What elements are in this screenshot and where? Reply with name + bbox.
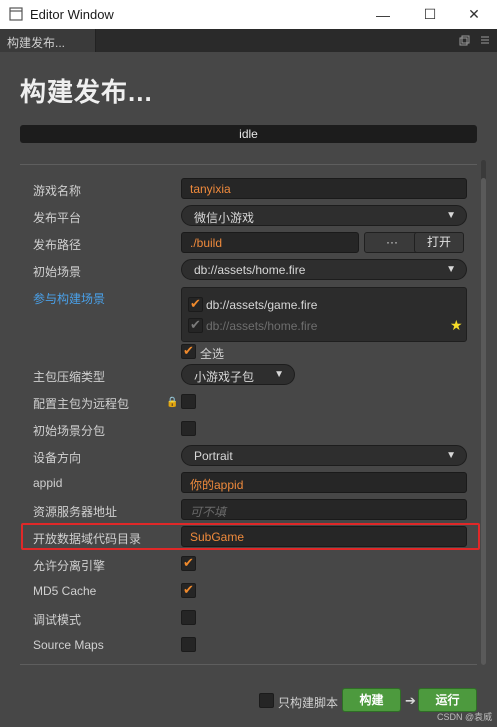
start-subpackage-label: 初始场景分包 xyxy=(33,424,106,438)
minimize-button[interactable]: — xyxy=(360,0,406,29)
separate-engine-checkbox[interactable] xyxy=(181,555,196,571)
lock-icon: 🔒 xyxy=(166,397,179,408)
game-name-input[interactable]: tanyixia xyxy=(181,178,467,199)
compression-label: 主包压缩类型 xyxy=(33,370,106,384)
tab-build-publish[interactable]: 构建发布... xyxy=(0,29,96,52)
platform-value: 微信小游戏 xyxy=(194,211,255,225)
appid-label: appid xyxy=(33,476,63,490)
remote-main-checkbox[interactable] xyxy=(181,394,196,409)
scene-item-game: db://assets/game.fire xyxy=(206,298,318,312)
compression-value: 小游戏子包 xyxy=(194,370,255,384)
debug-label: 调试模式 xyxy=(33,613,82,627)
scene-checkbox-game[interactable] xyxy=(188,296,203,312)
remote-main-label: 配置主包为远程包 xyxy=(33,397,130,411)
caret-down-icon: ▼ xyxy=(274,369,284,380)
divider-top xyxy=(20,164,477,165)
open-data-input[interactable]: SubGame xyxy=(181,526,467,547)
scene-checkbox-home xyxy=(188,317,203,333)
page-title: 构建发布... xyxy=(20,77,153,107)
window-title: Editor Window xyxy=(30,7,114,22)
build-path-input[interactable]: ./build xyxy=(181,232,359,253)
status-bar: idle xyxy=(20,125,477,143)
run-button[interactable]: 运行 xyxy=(418,688,477,712)
watermark: CSDN @袁威 xyxy=(437,712,493,722)
arrow-right-icon: ➔ xyxy=(405,693,416,708)
divider-bottom xyxy=(20,664,477,665)
compression-select[interactable]: 小游戏子包 ▼ xyxy=(181,364,295,385)
source-maps-checkbox[interactable] xyxy=(181,637,196,652)
debug-checkbox[interactable] xyxy=(181,610,196,625)
scene-item-home: db://assets/home.fire xyxy=(206,319,318,333)
tab-strip: 构建发布... xyxy=(0,29,497,52)
start-subpackage-checkbox[interactable] xyxy=(181,421,196,436)
window-title-bar: Editor Window — ☐ ✕ xyxy=(0,0,497,29)
browse-button[interactable]: ··· xyxy=(364,232,420,253)
build-script-only-label: 只构建脚本 xyxy=(278,696,339,710)
build-button[interactable]: 构建 xyxy=(342,688,401,712)
caret-down-icon: ▼ xyxy=(446,210,456,221)
build-path-label: 发布路径 xyxy=(33,238,82,252)
separate-engine-label: 允许分离引擎 xyxy=(33,559,106,573)
open-data-label: 开放数据域代码目录 xyxy=(33,532,142,546)
select-all-checkbox[interactable] xyxy=(181,343,196,359)
md5-label: MD5 Cache xyxy=(33,584,97,598)
appid-input[interactable]: 你的appid xyxy=(181,472,467,493)
menu-icon[interactable] xyxy=(478,33,492,47)
source-maps-label: Source Maps xyxy=(33,638,104,652)
platform-label: 发布平台 xyxy=(33,211,82,225)
orientation-label: 设备方向 xyxy=(33,451,82,465)
remote-server-input[interactable]: 可不填 xyxy=(181,499,467,520)
star-icon: ★ xyxy=(450,317,463,333)
scrollbar-thumb[interactable] xyxy=(481,178,486,665)
game-name-label: 游戏名称 xyxy=(33,184,82,198)
md5-checkbox[interactable] xyxy=(181,582,196,598)
popout-icon[interactable] xyxy=(457,33,471,47)
select-all-label: 全选 xyxy=(200,347,225,361)
scene-list: db://assets/game.fire db://assets/home.f… xyxy=(181,287,467,342)
start-scene-label: 初始场景 xyxy=(33,265,82,279)
close-button[interactable]: ✕ xyxy=(451,0,497,29)
open-button[interactable]: 打开 xyxy=(414,232,464,253)
orientation-select[interactable]: Portrait ▼ xyxy=(181,445,467,466)
start-scene-value: db://assets/home.fire xyxy=(194,263,306,277)
orientation-value: Portrait xyxy=(194,449,233,463)
build-script-only-checkbox[interactable] xyxy=(259,693,274,708)
maximize-button[interactable]: ☐ xyxy=(407,0,453,29)
start-scene-select[interactable]: db://assets/home.fire ▼ xyxy=(181,259,467,280)
caret-down-icon: ▼ xyxy=(446,450,456,461)
caret-down-icon: ▼ xyxy=(446,264,456,275)
remote-server-label: 资源服务器地址 xyxy=(33,505,118,519)
scenes-label: 参与构建场景 xyxy=(33,292,106,306)
platform-select[interactable]: 微信小游戏 ▼ xyxy=(181,205,467,226)
app-icon xyxy=(9,7,23,21)
